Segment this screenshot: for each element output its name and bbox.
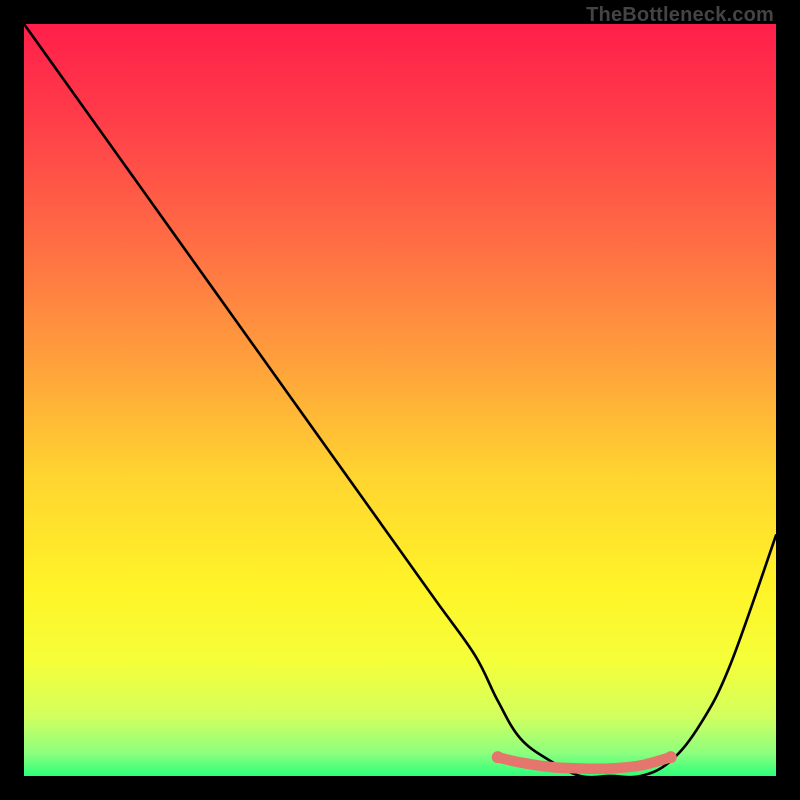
chart-area — [24, 24, 776, 776]
optimal-range-dot-right — [665, 751, 677, 763]
optimal-range-curve — [498, 757, 671, 769]
chart-curve-layer — [24, 24, 776, 776]
optimal-range-dot-left — [492, 751, 504, 763]
bottleneck-curve — [24, 24, 776, 776]
attribution-text: TheBottleneck.com — [586, 4, 774, 27]
